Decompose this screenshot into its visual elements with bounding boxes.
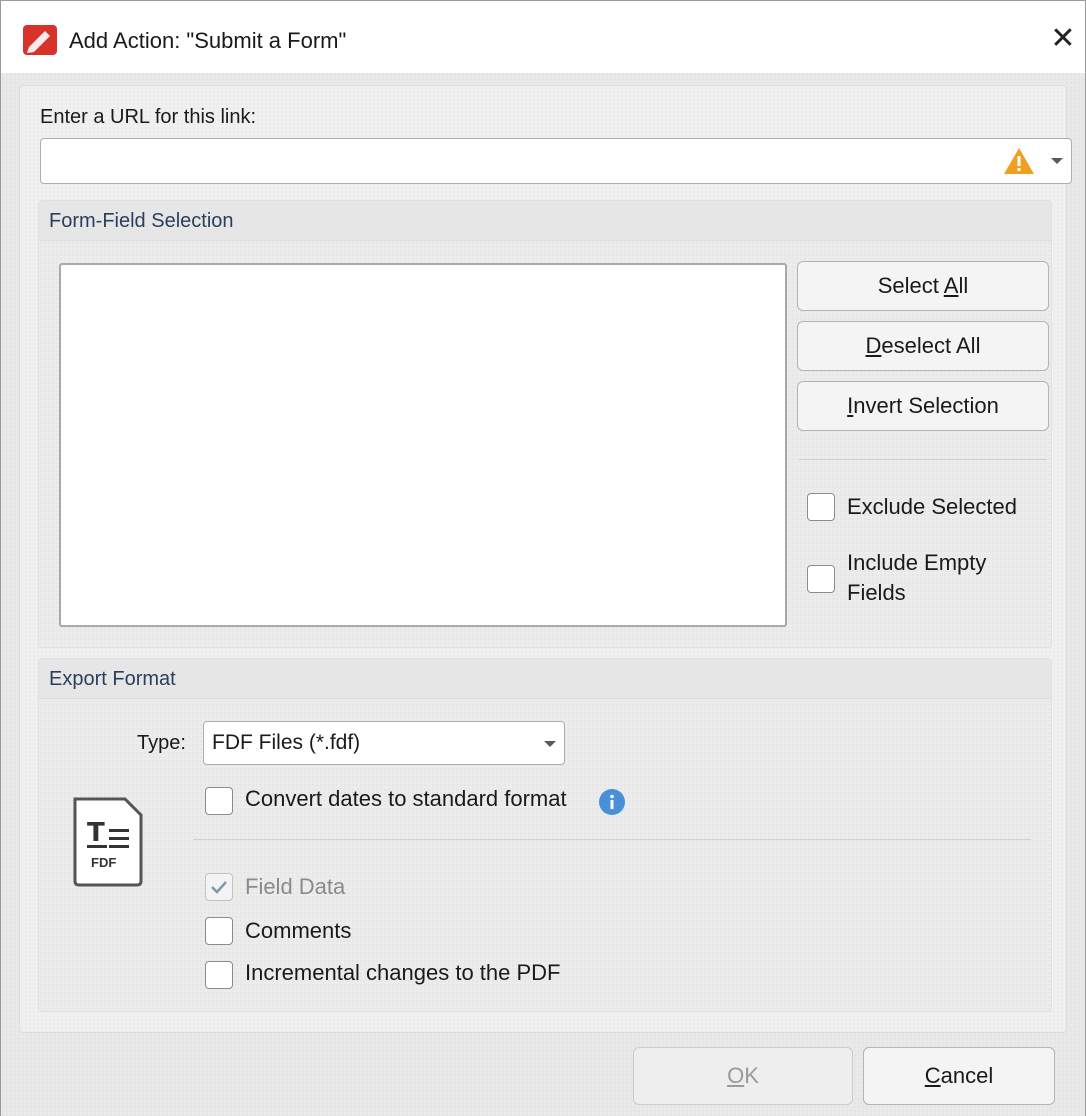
warning-triangle-icon <box>1004 148 1034 174</box>
incremental-changes-checkbox[interactable] <box>205 961 233 989</box>
form-field-listbox[interactable] <box>59 263 787 627</box>
close-icon: ✕ <box>1050 22 1076 55</box>
include-empty-fields-label-line1: Include Empty <box>847 550 987 575</box>
title-bar: Add Action: "Submit a Form" ✕ <box>1 1 1085 73</box>
convert-dates-checkbox[interactable] <box>205 787 233 815</box>
form-field-selection-group: Form-Field Selection Select All Deselect… <box>38 200 1052 648</box>
field-data-label: Field Data <box>245 874 346 899</box>
cancel-button[interactable]: Cancel <box>863 1047 1055 1105</box>
invert-selection-button[interactable]: Invert Selection <box>797 381 1049 431</box>
info-icon[interactable] <box>599 789 625 815</box>
deselect-all-button[interactable]: Deselect All <box>797 321 1049 371</box>
comments-checkbox[interactable] <box>205 917 233 945</box>
type-select[interactable]: FDF Files (*.fdf) <box>203 721 565 765</box>
close-button[interactable]: ✕ <box>1045 21 1081 57</box>
fdf-file-icon: T FDF <box>71 795 145 887</box>
select-all-button[interactable]: Select All <box>797 261 1049 311</box>
comments-label: Comments <box>245 918 352 943</box>
url-combobox[interactable] <box>40 138 1072 184</box>
export-separator <box>193 839 1031 840</box>
fdf-icon-label: FDF <box>91 855 117 870</box>
exclude-selected-checkbox[interactable] <box>807 493 835 521</box>
svg-text:T: T <box>87 818 105 848</box>
type-dropdown-arrow-icon <box>544 741 556 747</box>
include-empty-fields-checkbox[interactable] <box>807 565 835 593</box>
form-field-selection-header: Form-Field Selection <box>39 201 1051 241</box>
app-logo-icon <box>23 25 57 55</box>
checkmark-icon <box>211 881 227 894</box>
dialog-body: Enter a URL for this link: Form-Field Se… <box>1 73 1085 1116</box>
export-format-header: Export Format <box>39 659 1051 699</box>
buttons-separator <box>799 459 1047 460</box>
url-label: Enter a URL for this link: <box>40 106 257 128</box>
content-panel: Enter a URL for this link: Form-Field Se… <box>19 85 1072 1033</box>
type-label: Type: <box>137 732 186 754</box>
field-data-checkbox[interactable] <box>205 873 233 901</box>
exclude-selected-label: Exclude Selected <box>847 494 1017 519</box>
dialog-title: Add Action: "Submit a Form" <box>69 28 347 53</box>
convert-dates-label: Convert dates to standard format <box>245 786 567 811</box>
url-input[interactable] <box>41 139 991 183</box>
add-action-dialog: Add Action: "Submit a Form" ✕ Enter a UR… <box>0 0 1086 1116</box>
ok-button[interactable]: OK <box>633 1047 853 1105</box>
url-dropdown-arrow-icon[interactable] <box>1051 158 1063 164</box>
incremental-changes-label: Incremental changes to the PDF <box>245 960 561 985</box>
include-empty-fields-label-line2: Fields <box>847 580 906 605</box>
export-format-group: Export Format Type: FDF Files (*.fdf) Co… <box>38 658 1052 1012</box>
type-select-value: FDF Files (*.fdf) <box>212 731 361 754</box>
